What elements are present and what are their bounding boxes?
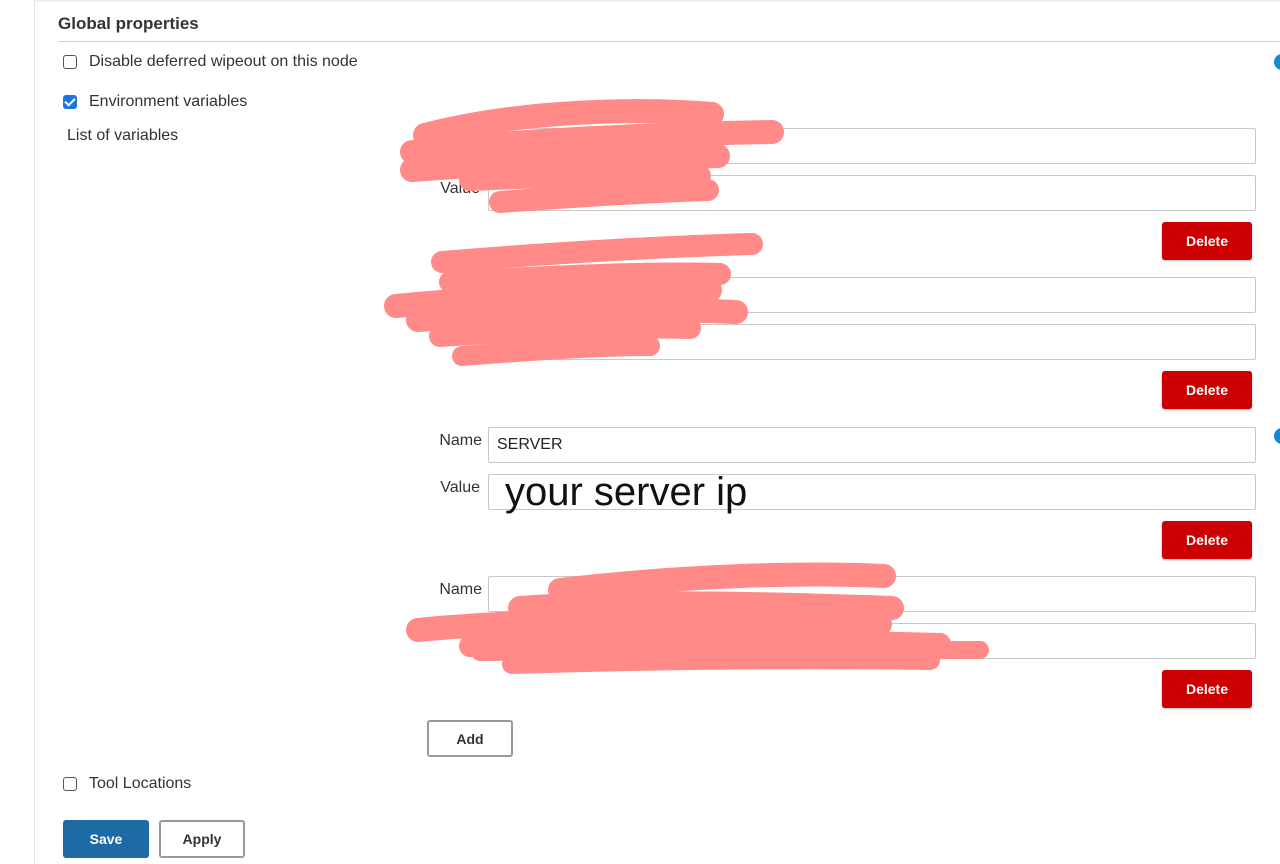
deferred-wipeout-option[interactable]: Disable deferred wipeout on this node bbox=[63, 53, 358, 71]
section-divider bbox=[58, 41, 1280, 42]
section-title: Global properties bbox=[58, 14, 199, 33]
add-variable-button[interactable]: Add bbox=[427, 720, 513, 757]
page-left-border bbox=[34, 0, 35, 864]
deferred-wipeout-checkbox[interactable] bbox=[63, 55, 77, 69]
tool-locations-checkbox[interactable] bbox=[63, 777, 77, 791]
variable-1-delete-button[interactable]: Delete bbox=[1162, 222, 1252, 260]
page-top-border bbox=[35, 0, 1280, 2]
tool-locations-label: Tool Locations bbox=[89, 775, 192, 792]
variable-4-name-label: Name bbox=[439, 581, 482, 598]
variable-4-name-input[interactable] bbox=[488, 576, 1256, 612]
variable-1-value-label: Value bbox=[440, 180, 480, 197]
apply-button[interactable]: Apply bbox=[159, 820, 245, 858]
variable-3-delete-button[interactable]: Delete bbox=[1162, 521, 1252, 559]
env-vars-label: Environment variables bbox=[89, 93, 248, 110]
help-icon[interactable] bbox=[1274, 54, 1280, 70]
list-of-variables-label: List of variables bbox=[67, 127, 179, 144]
variable-4-value-input[interactable] bbox=[488, 623, 1256, 659]
variable-1-value-input[interactable] bbox=[488, 175, 1256, 211]
save-button[interactable]: Save bbox=[63, 820, 149, 858]
deferred-wipeout-label: Disable deferred wipeout on this node bbox=[89, 53, 358, 70]
tool-locations-option[interactable]: Tool Locations bbox=[63, 775, 191, 793]
help-icon[interactable] bbox=[1274, 428, 1280, 444]
variable-3-name-input[interactable]: SERVER bbox=[488, 427, 1256, 463]
variable-2-delete-button[interactable]: Delete bbox=[1162, 371, 1252, 409]
variable-3-value-input[interactable]: your server ip bbox=[488, 470, 1256, 514]
variable-4-delete-button[interactable]: Delete bbox=[1162, 670, 1252, 708]
env-vars-option[interactable]: Environment variables bbox=[63, 93, 247, 111]
variable-1-name-input[interactable] bbox=[488, 128, 1256, 164]
env-vars-checkbox[interactable] bbox=[63, 95, 77, 109]
variable-2-value-input[interactable] bbox=[488, 324, 1256, 360]
variable-3-name-label: Name bbox=[439, 432, 482, 449]
variable-2-name-input[interactable] bbox=[488, 277, 1256, 313]
variable-3-value-label: Value bbox=[440, 479, 480, 496]
